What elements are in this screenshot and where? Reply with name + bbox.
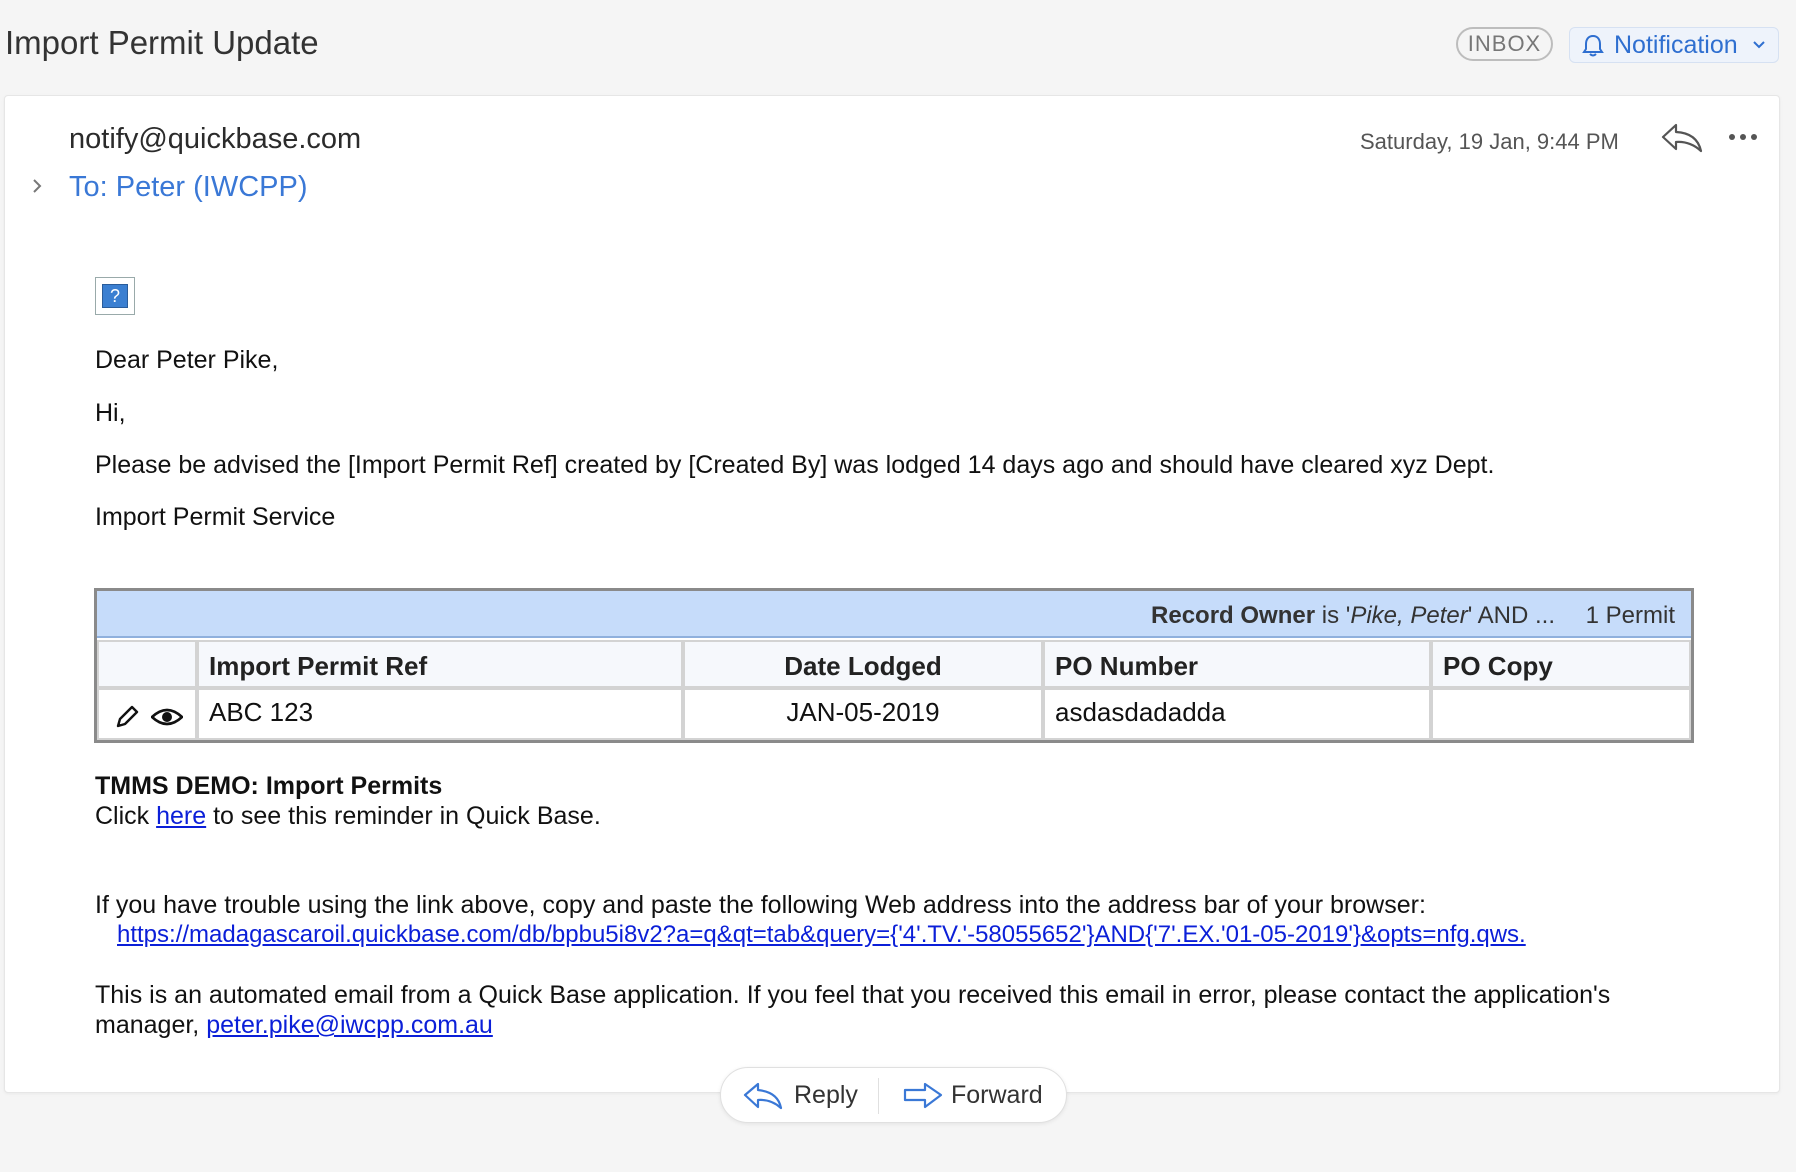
notification-label: Notification — [1614, 31, 1738, 59]
reply-icon[interactable] — [1660, 121, 1704, 155]
click-here-line: Click here to see this reminder in Quick… — [95, 802, 601, 830]
column-header-import-permit-ref[interactable]: Import Permit Ref — [197, 640, 683, 688]
salutation: Hi, — [95, 399, 126, 427]
column-header-po-copy[interactable]: PO Copy — [1431, 640, 1691, 688]
row-actions — [97, 688, 197, 740]
bell-icon — [1582, 34, 1604, 57]
forward-button[interactable]: Forward — [903, 1068, 1053, 1122]
pencil-icon[interactable] — [115, 705, 139, 729]
here-link[interactable]: here — [156, 802, 206, 830]
broken-image-icon: ? — [95, 277, 135, 315]
cell-import-permit-ref: ABC 123 — [197, 688, 683, 740]
greeting: Dear Peter Pike, — [95, 346, 279, 374]
notification-button[interactable]: Notification — [1569, 27, 1779, 63]
cell-po-copy — [1431, 688, 1691, 740]
report-table: Record Owner is 'Pike, Peter' AND ... 1 … — [94, 588, 1694, 743]
cell-po-number: asdasdadadda — [1043, 688, 1431, 740]
reply-button[interactable]: Reply — [743, 1068, 873, 1122]
report-filter: Record Owner is 'Pike, Peter' AND ... — [1151, 602, 1555, 629]
recipient-line[interactable]: To: Peter (IWCPP) — [69, 171, 308, 204]
reply-icon — [743, 1082, 783, 1110]
reply-forward-bar: Reply Forward — [720, 1067, 1067, 1123]
cell-date-lodged: JAN-05-2019 — [683, 688, 1043, 740]
advisory-text: Please be advised the [Import Permit Ref… — [95, 451, 1495, 479]
report-summary-bar: Record Owner is 'Pike, Peter' AND ... 1 … — [97, 591, 1691, 638]
manager-line: manager, peter.pike@iwcpp.com.au — [95, 1011, 493, 1039]
column-header-date-lodged[interactable]: Date Lodged — [683, 640, 1043, 688]
page-title: Import Permit Update — [5, 24, 319, 61]
automated-notice: This is an automated email from a Quick … — [95, 981, 1611, 1009]
sender-address[interactable]: notify@quickbase.com — [69, 123, 361, 156]
column-header-actions — [97, 640, 197, 688]
column-header-po-number[interactable]: PO Number — [1043, 640, 1431, 688]
more-icon[interactable] — [1727, 132, 1759, 142]
folder-badge[interactable]: INBOX — [1456, 27, 1553, 61]
chevron-down-icon — [1753, 41, 1765, 49]
quickbase-url-link[interactable]: https://madagascaroil.quickbase.com/db/b… — [117, 921, 1526, 949]
divider — [878, 1078, 879, 1114]
service-name: Import Permit Service — [95, 503, 336, 531]
manager-email-link[interactable]: peter.pike@iwcpp.com.au — [206, 1011, 493, 1039]
message-header-bar: Import Permit Update INBOX Notification — [0, 0, 1796, 92]
eye-icon[interactable] — [151, 707, 183, 727]
message-card: notify@quickbase.com To: Peter (IWCPP) S… — [4, 95, 1780, 1093]
record-count: 1 Permit — [1585, 602, 1675, 629]
app-name: TMMS DEMO: Import Permits — [95, 772, 443, 800]
chevron-right-icon[interactable] — [29, 176, 45, 196]
trouble-text: If you have trouble using the link above… — [95, 891, 1426, 919]
forward-icon — [903, 1082, 943, 1109]
message-timestamp: Saturday, 19 Jan, 9:44 PM — [1360, 129, 1619, 154]
